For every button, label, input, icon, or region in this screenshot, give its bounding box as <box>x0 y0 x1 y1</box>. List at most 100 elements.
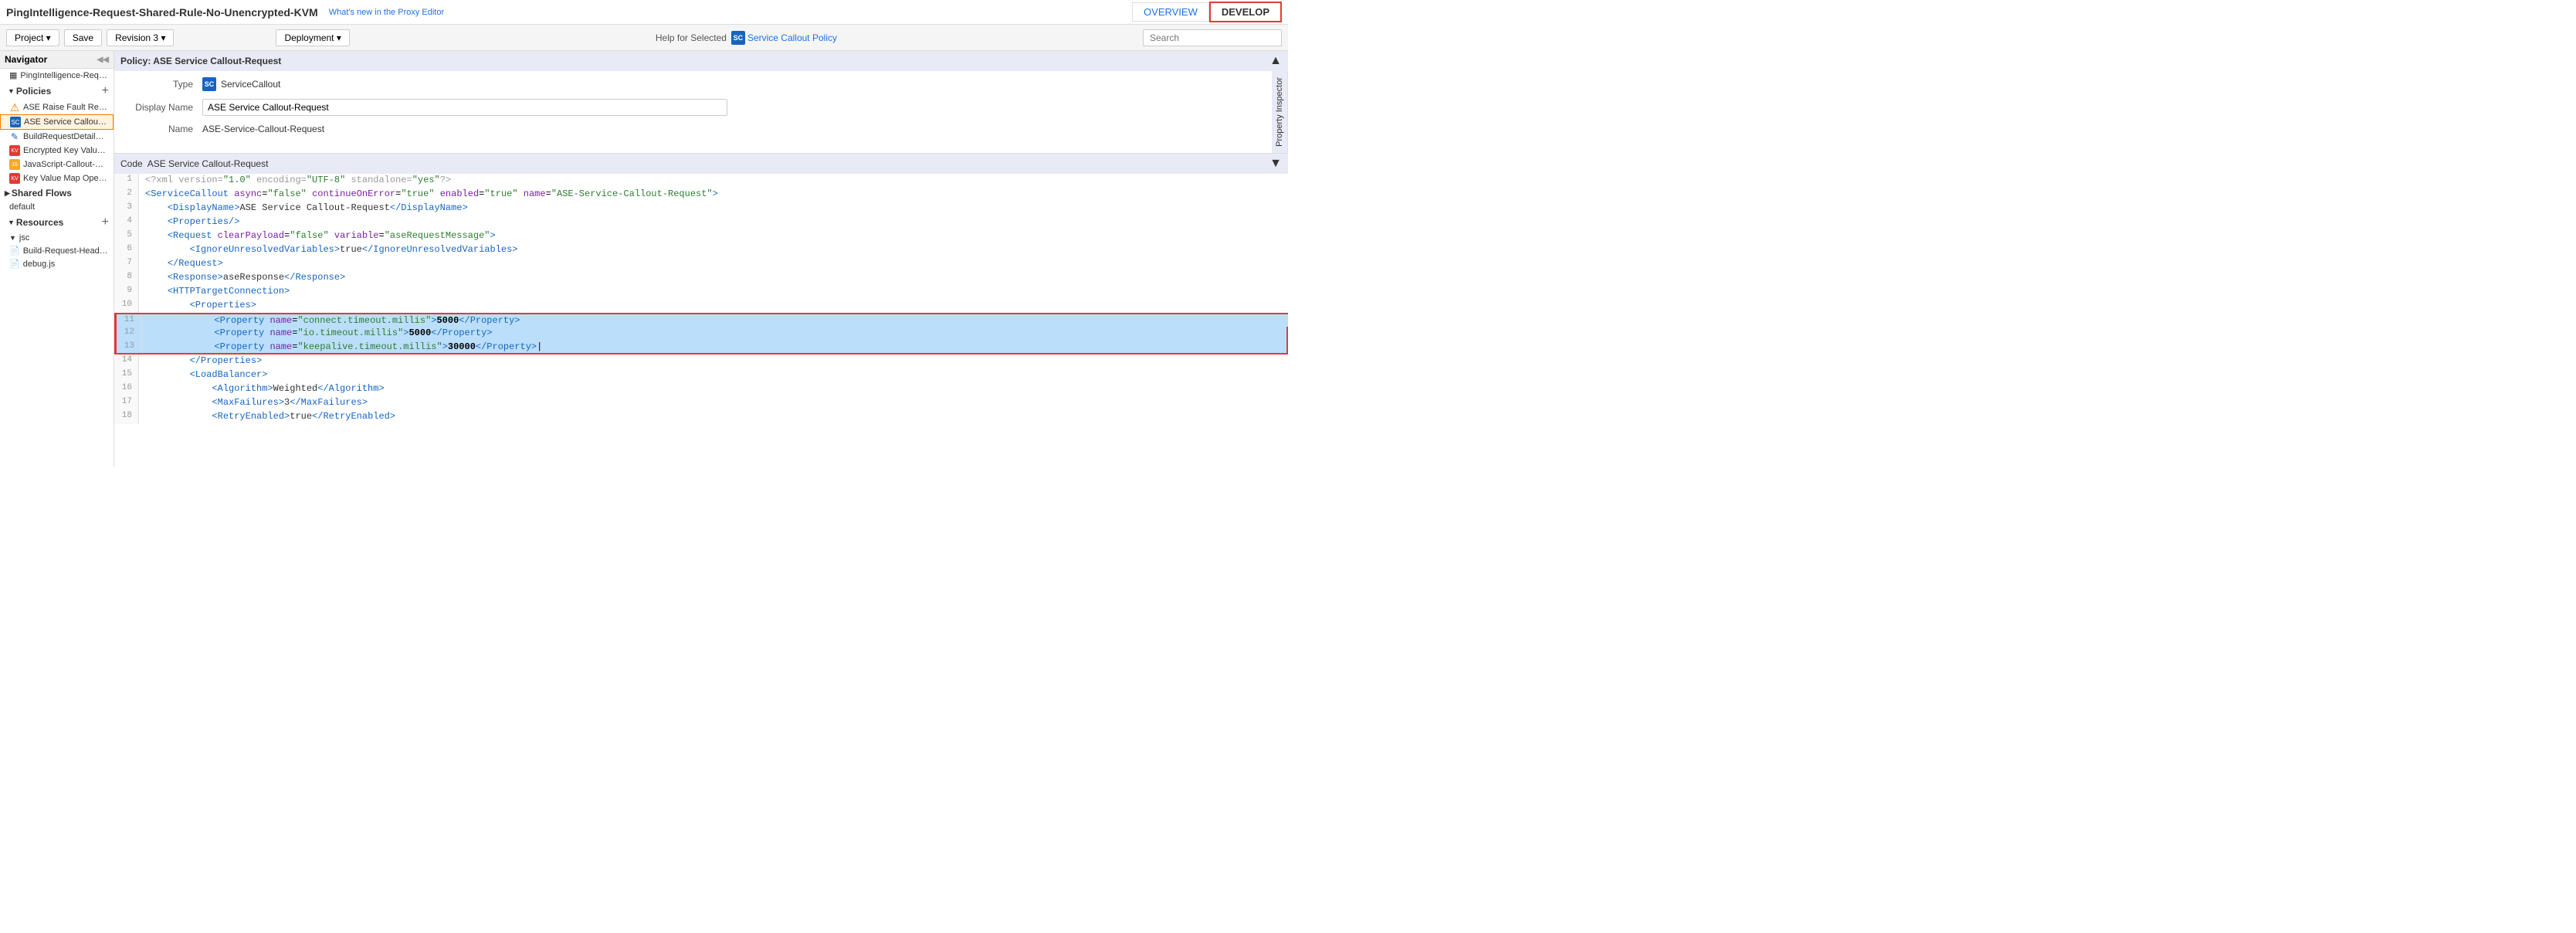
code-line-8: 8 <Response>aseResponse</Response> <box>114 271 1288 285</box>
nav-item-build-headers-js[interactable]: 📄 Build-Request-Headers.js <box>0 244 114 257</box>
code-editor[interactable]: 1 <?xml version="1.0" encoding="UTF-8" s… <box>114 174 1288 466</box>
tab-develop[interactable]: DEVELOP <box>1209 2 1282 22</box>
line-content-5: <Request clearPayload="false" variable="… <box>139 229 1288 243</box>
policies-label: Policies <box>16 86 51 97</box>
policies-collapse-toggle[interactable]: ▼ Policies <box>3 83 56 99</box>
line-num-14: 14 <box>114 355 139 368</box>
code-line-9: 9 <HTTPTargetConnection> <box>114 285 1288 299</box>
line-content-9: <HTTPTargetConnection> <box>139 285 1288 299</box>
project-button[interactable]: Project ▾ <box>6 29 59 46</box>
nav-item-encrypted-kv[interactable]: KV Encrypted Key Value Map Opera... <box>0 144 114 158</box>
policy-expand-icon[interactable]: ▲ <box>1269 54 1282 68</box>
deployment-button[interactable]: Deployment ▾ <box>276 29 349 46</box>
nav-item-build-request[interactable]: ✎ BuildRequestDetailMessage-Ass... <box>0 130 114 144</box>
line-num-7: 7 <box>114 257 139 271</box>
line-num-6: 6 <box>114 243 139 257</box>
top-header: PingIntelligence-Request-Shared-Rule-No-… <box>0 0 1288 25</box>
service-callout-policy-link[interactable]: SC Service Callout Policy <box>731 31 837 45</box>
type-value: SC ServiceCallout <box>202 77 280 91</box>
fault-icon: ⚠ <box>9 102 20 113</box>
nav-item-jsc[interactable]: ▼ jsc <box>0 232 114 244</box>
property-inspector-tab[interactable]: Property Inspector <box>1272 71 1288 153</box>
code-line-1: 1 <?xml version="1.0" encoding="UTF-8" s… <box>114 174 1288 188</box>
name-row: Name ASE-Service-Callout-Request <box>124 124 1263 134</box>
code-line-18: 18 <RetryEnabled>true</RetryEnabled> <box>114 410 1288 424</box>
line-content-4: <Properties/> <box>139 215 1288 229</box>
help-label: Help for Selected <box>656 32 727 43</box>
code-line-10: 10 <Properties> <box>114 299 1288 313</box>
line-num-18: 18 <box>114 410 139 424</box>
line-num-11: 11 <box>117 314 141 327</box>
navigator-header: Navigator ◀◀ <box>0 51 114 69</box>
nav-item-default[interactable]: default <box>0 201 114 213</box>
code-line-3: 3 <DisplayName>ASE Service Callout-Reque… <box>114 202 1288 215</box>
add-policy-button[interactable]: + <box>100 84 110 98</box>
header-tabs: OVERVIEW DEVELOP <box>1132 2 1282 22</box>
nav-item-js-callout[interactable]: JS JavaScript-Callout-Build-Header... <box>0 158 114 171</box>
line-content-15: <LoadBalancer> <box>139 368 1288 382</box>
line-content-2: <ServiceCallout async="false" continueOn… <box>139 188 1288 202</box>
policies-triangle-icon: ▼ <box>8 87 15 95</box>
line-content-10: <Properties> <box>139 299 1288 313</box>
save-button[interactable]: Save <box>64 29 102 46</box>
collapse-navigator-button[interactable]: ◀◀ <box>97 56 109 64</box>
service-callout-icon: SC <box>731 31 745 45</box>
code-line-14: 14 </Properties> <box>114 355 1288 368</box>
js-icon: JS <box>9 159 20 170</box>
line-content-18: <RetryEnabled>true</RetryEnabled> <box>139 410 1288 424</box>
line-content-12: <Property name="io.timeout.millis">5000<… <box>141 327 1286 341</box>
code-line-13: 13 <Property name="keepalive.timeout.mil… <box>114 341 1288 355</box>
policy-panel: Policy: ASE Service Callout-Request ▲ Ty… <box>114 51 1288 154</box>
nav-item-ase-service-callout[interactable]: SC ASE Service Callout-Request <box>0 114 114 130</box>
nav-item-debug-text: debug.js <box>23 260 56 269</box>
name-value: ASE-Service-Callout-Request <box>202 124 324 134</box>
resources-section-header: ▼ Resources + <box>0 213 114 232</box>
display-name-input[interactable] <box>202 99 727 116</box>
resources-toggle[interactable]: ▼ Resources <box>3 215 68 230</box>
nav-item-text-kv-ops: Key Value Map Operations Requ... <box>23 174 109 183</box>
code-line-11: 11 <Property name="connect.timeout.milli… <box>114 313 1288 327</box>
line-content-16: <Algorithm>Weighted</Algorithm> <box>139 382 1288 396</box>
line-content-11: <Property name="connect.timeout.millis">… <box>141 314 1288 327</box>
nav-item-build-headers-text: Build-Request-Headers.js <box>23 246 109 256</box>
proxy-name-item[interactable]: ▦ PingIntelligence-Request-SharedRule <box>0 69 114 82</box>
assign-icon: ✎ <box>9 131 20 142</box>
line-num-17: 17 <box>114 396 139 410</box>
resources-triangle-icon: ▼ <box>8 219 15 226</box>
line-num-1: 1 <box>114 174 139 188</box>
tab-overview[interactable]: OVERVIEW <box>1132 2 1209 22</box>
type-sc-icon: SC <box>202 77 216 91</box>
service-callout-link-text[interactable]: Service Callout Policy <box>747 32 837 43</box>
code-header: Code ASE Service Callout-Request ▼ <box>114 154 1288 174</box>
line-content-8: <Response>aseResponse</Response> <box>139 271 1288 285</box>
code-line-17: 17 <MaxFailures>3</MaxFailures> <box>114 396 1288 410</box>
nav-item-debug-js[interactable]: 📄 debug.js <box>0 257 114 270</box>
code-line-15: 15 <LoadBalancer> <box>114 368 1288 382</box>
nav-item-kv-ops[interactable]: KV Key Value Map Operations Requ... <box>0 171 114 185</box>
nav-item-jsc-text: jsc <box>19 233 29 243</box>
nav-item-text-encrypted-kv: Encrypted Key Value Map Opera... <box>23 146 109 155</box>
line-content-13: <Property name="keepalive.timeout.millis… <box>141 341 1286 353</box>
revision-button[interactable]: Revision 3 ▾ <box>107 29 174 46</box>
type-row: Type SC ServiceCallout <box>124 77 1263 91</box>
search-input[interactable] <box>1143 29 1282 46</box>
nav-item-ase-raise-fault[interactable]: ⚠ ASE Raise Fault Request <box>0 100 114 114</box>
add-resource-button[interactable]: + <box>100 215 110 229</box>
whats-new-link[interactable]: What's new in the Proxy Editor <box>329 8 444 17</box>
policy-form-wrapper: Type SC ServiceCallout Display Name Name <box>114 71 1288 153</box>
resources-label: Resources <box>16 217 63 228</box>
code-line-5: 5 <Request clearPayload="false" variable… <box>114 229 1288 243</box>
code-filename: ASE Service Callout-Request <box>147 158 269 169</box>
proxy-icon: ▦ <box>9 70 17 80</box>
file-icon-2: 📄 <box>9 259 20 269</box>
line-num-4: 4 <box>114 215 139 229</box>
file-icon-1: 📄 <box>9 246 20 256</box>
line-content-17: <MaxFailures>3</MaxFailures> <box>139 396 1288 410</box>
policy-form: Type SC ServiceCallout Display Name Name <box>114 71 1272 153</box>
navigator-sidebar: Navigator ◀◀ ▦ PingIntelligence-Request-… <box>0 51 114 466</box>
kv-icon-2: KV <box>9 173 20 184</box>
proxy-name-text: PingIntelligence-Request-SharedRule <box>20 71 109 80</box>
code-panel: Code ASE Service Callout-Request ▼ 1 <?x… <box>114 154 1288 466</box>
shared-flows-toggle[interactable]: ▶ Shared Flows <box>0 185 114 201</box>
code-expand-icon[interactable]: ▼ <box>1269 157 1282 171</box>
